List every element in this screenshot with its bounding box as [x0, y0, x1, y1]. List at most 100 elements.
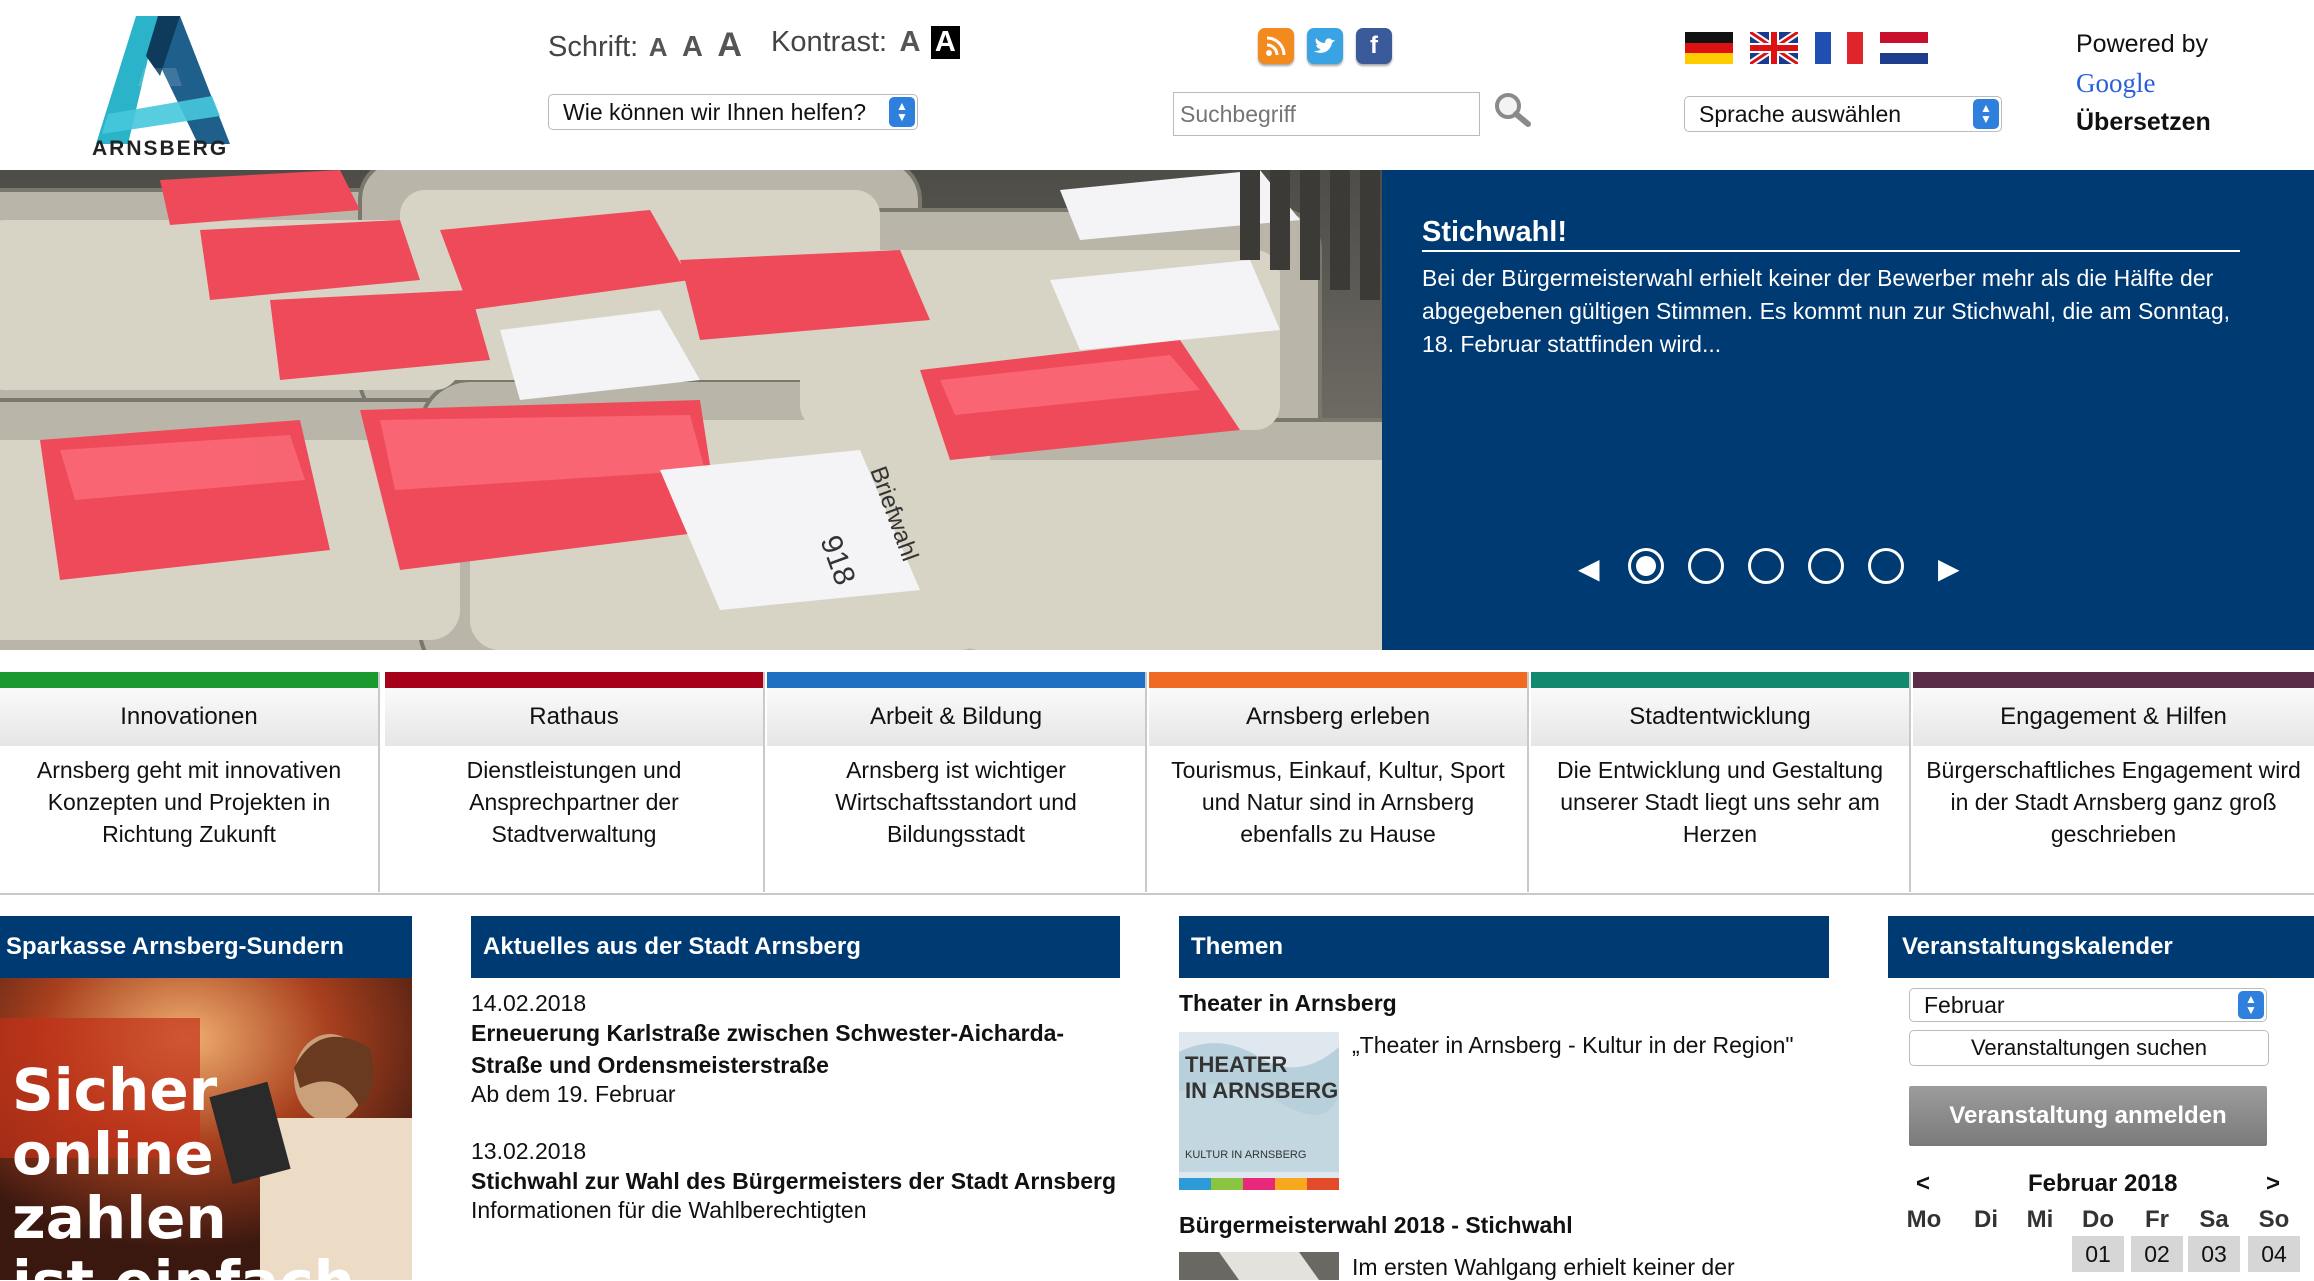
- category-stadtentwicklung[interactable]: Stadtentwicklung Die Entwicklung und Ges…: [1531, 672, 1911, 892]
- category-title[interactable]: Arbeit & Bildung: [767, 688, 1145, 746]
- theater-thumbnail[interactable]: THEATER IN ARNSBERG KULTUR IN ARNSBERG: [1179, 1032, 1339, 1190]
- slider-dot-3[interactable]: [1748, 548, 1784, 584]
- calendar-month-label: Februar 2018: [2028, 1170, 2178, 1197]
- category-arnsberg-erleben[interactable]: Arnsberg erleben Tourismus, Einkauf, Kul…: [1149, 672, 1529, 892]
- themen-item-title[interactable]: Theater in Arnsberg: [1179, 990, 1397, 1017]
- category-description: Bürgerschaftliches Engagement wird in de…: [1926, 757, 2301, 847]
- calendar-weekday: So: [2258, 1206, 2290, 1233]
- category-title[interactable]: Stadtentwicklung: [1531, 688, 1909, 746]
- facebook-icon[interactable]: f: [1356, 28, 1392, 64]
- slider-prev-icon[interactable]: ◀: [1578, 552, 1600, 585]
- hero-text: Bei der Bürgermeisterwahl erhielt keiner…: [1422, 265, 2231, 357]
- wahl-thumbnail[interactable]: [1179, 1252, 1339, 1280]
- help-select[interactable]: Wie können wir Ihnen helfen? ▲ ▼: [548, 94, 918, 130]
- slider-dot-5[interactable]: [1868, 548, 1904, 584]
- rss-icon[interactable]: [1258, 28, 1294, 64]
- contrast-label: Kontrast:: [771, 26, 888, 58]
- contrast-high-button[interactable]: A: [930, 26, 960, 59]
- news-date: 14.02.2018: [471, 990, 587, 1016]
- slider-dot-1[interactable]: [1628, 548, 1664, 584]
- calendar-weekday: Mo: [1906, 1206, 1942, 1233]
- font-size-large-button[interactable]: A: [717, 26, 742, 64]
- news-list: 14.02.2018 Erneuerung Karlstraße zwische…: [471, 990, 1120, 1224]
- news-title-link[interactable]: Erneuerung Karlstraße zwischen Schwester…: [471, 1017, 1120, 1081]
- flag-fr-icon[interactable]: [1815, 32, 1863, 64]
- hero-slider: 918 Briefwahl Stichwahl! Bei der Bürgerm…: [0, 170, 2314, 650]
- font-size-medium-button[interactable]: A: [682, 31, 703, 63]
- category-description: Arnsberg ist wichtiger Wirtschaftsstando…: [835, 757, 1077, 847]
- category-divider: [0, 893, 2314, 895]
- category-title[interactable]: Engagement & Hilfen: [1913, 688, 2314, 746]
- category-description: Arnsberg geht mit innovativen Konzepten …: [36, 757, 342, 847]
- calendar-next-button[interactable]: >: [2266, 1170, 2280, 1198]
- language-select[interactable]: Sprache auswählen ▲ ▼: [1684, 96, 2002, 132]
- flag-nl-icon[interactable]: [1880, 32, 1928, 64]
- google-logo: Google: [2076, 68, 2156, 98]
- category-rathaus[interactable]: Rathaus Dienstleistungen und Ansprechpar…: [385, 672, 765, 892]
- calendar-register-button[interactable]: Veranstaltung anmelden: [1909, 1086, 2267, 1146]
- calendar-day[interactable]: 03: [2188, 1236, 2240, 1272]
- category-description: Tourismus, Einkauf, Kultur, Sport und Na…: [1171, 757, 1505, 847]
- calendar-weekday: Di: [1974, 1206, 1998, 1233]
- news-date: 13.02.2018: [471, 1138, 587, 1164]
- category-color-bar: [767, 672, 1145, 688]
- category-color-bar: [1913, 672, 2314, 688]
- search-icon[interactable]: [1492, 90, 1532, 130]
- calendar-search-button[interactable]: Veranstaltungen suchen: [1909, 1030, 2269, 1066]
- ad-line: ist einfach.: [12, 1250, 412, 1280]
- help-select-value: Wie können wir Ihnen helfen?: [563, 98, 867, 125]
- category-description: Die Entwicklung und Gestaltung unserer S…: [1556, 757, 1884, 847]
- themen-item-text: „Theater in Arnsberg - Kultur in der Reg…: [1352, 1032, 1794, 1058]
- font-size-small-button[interactable]: A: [649, 32, 668, 62]
- calendar-prev-button[interactable]: <: [1916, 1170, 1930, 1198]
- calendar-day[interactable]: 02: [2131, 1236, 2183, 1272]
- category-arbeit-bildung[interactable]: Arbeit & Bildung Arnsberg ist wichtiger …: [767, 672, 1147, 892]
- sparkasse-ad[interactable]: Sicher online zahlen ist einfach.: [0, 978, 412, 1280]
- news-subtitle: Informationen für die Wahlberechtigten: [471, 1197, 867, 1223]
- hero-image: 918 Briefwahl: [0, 170, 1382, 650]
- category-innovationen[interactable]: Innovationen Arnsberg geht mit innovativ…: [0, 672, 380, 892]
- flag-de-icon[interactable]: [1685, 32, 1733, 64]
- news-item: 14.02.2018 Erneuerung Karlstraße zwische…: [471, 990, 1120, 1108]
- category-engagement-hilfen[interactable]: Engagement & Hilfen Bürgerschaftliches E…: [1913, 672, 2314, 892]
- category-title[interactable]: Innovationen: [0, 688, 378, 746]
- calendar-weekday: Fr: [2145, 1206, 2169, 1233]
- logo-mark-icon: [96, 16, 230, 144]
- font-size-label: Schrift:: [548, 31, 639, 63]
- font-size-controls: Schrift: A A A: [548, 26, 742, 65]
- calendar-day[interactable]: 04: [2248, 1236, 2300, 1272]
- slider-next-icon[interactable]: ▶: [1938, 552, 1960, 585]
- calendar-month-select[interactable]: Februar ▲ ▼: [1909, 988, 2267, 1022]
- flag-uk-icon[interactable]: [1748, 29, 1800, 67]
- category-color-bar: [385, 672, 763, 688]
- news-title-link[interactable]: Stichwahl zur Wahl des Bürgermeisters de…: [471, 1165, 1120, 1197]
- category-color-bar: [0, 672, 378, 688]
- themen-heading: Themen: [1179, 916, 1829, 978]
- calendar-weekday: Sa: [2199, 1206, 2229, 1233]
- translate-link[interactable]: Übersetzen: [2076, 108, 2211, 137]
- slider-dot-2[interactable]: [1688, 548, 1724, 584]
- category-row: Innovationen Arnsberg geht mit innovativ…: [0, 672, 2314, 892]
- slider-dot-4[interactable]: [1808, 548, 1844, 584]
- ad-line: Sicher: [12, 1056, 218, 1124]
- select-arrows-icon: ▲ ▼: [2238, 991, 2264, 1019]
- themen-item-title[interactable]: Bürgermeisterwahl 2018 - Stichwahl: [1179, 1212, 1573, 1239]
- news-item: 13.02.2018 Stichwahl zur Wahl des Bürger…: [471, 1138, 1120, 1224]
- category-title[interactable]: Rathaus: [385, 688, 763, 746]
- hero-panel: Stichwahl! Bei der Bürgermeisterwahl erh…: [1382, 170, 2314, 650]
- contrast-controls: Kontrast: A A: [771, 26, 960, 59]
- contrast-normal-button[interactable]: A: [900, 26, 921, 58]
- calendar-weekday: Do: [2082, 1206, 2114, 1233]
- thumb-text: THEATER: [1185, 1052, 1287, 1077]
- themen-item-text: Im ersten Wahlgang erhielt keiner der: [1352, 1254, 1735, 1280]
- calendar-day[interactable]: 01: [2072, 1236, 2124, 1272]
- thumb-text: IN ARNSBERG: [1185, 1078, 1338, 1103]
- logo-text: ARNSBERG: [92, 137, 229, 160]
- language-select-value: Sprache auswählen: [1699, 100, 1902, 127]
- calendar-heading: Veranstaltungskalender: [1888, 916, 2314, 978]
- search-input[interactable]: [1173, 92, 1480, 136]
- sparkasse-heading: Sparkasse Arnsberg-Sundern: [0, 916, 412, 978]
- category-title[interactable]: Arnsberg erleben: [1149, 688, 1527, 746]
- twitter-icon[interactable]: [1307, 28, 1343, 64]
- hero-title[interactable]: Stichwahl!: [1422, 216, 1567, 249]
